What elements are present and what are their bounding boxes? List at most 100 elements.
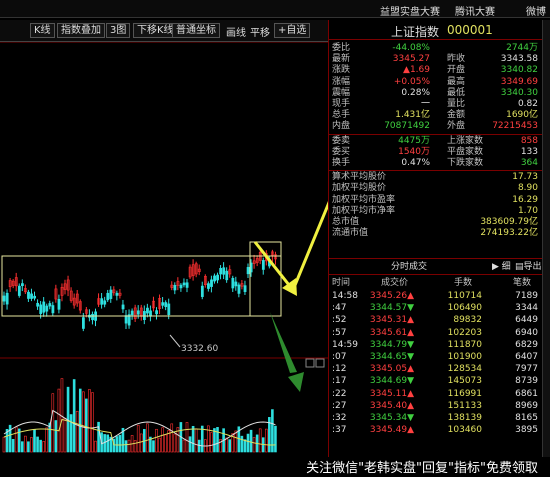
quote-label: 委卖 (332, 135, 351, 146)
tick-volume: 151133 (447, 400, 482, 411)
quote-label: 委买 (332, 146, 351, 157)
quote-value: 70871492 (384, 121, 430, 132)
quote-label: 算术平均股价 (332, 172, 387, 183)
quote-value: 1690亿 (506, 110, 538, 121)
tick-count: 7977 (515, 364, 538, 375)
tick-count: 3344 (515, 303, 538, 314)
tick-volume: 106490 (447, 303, 482, 314)
tick-volume: 89832 (453, 315, 482, 326)
tick-time: :52 (332, 315, 347, 326)
quote-label: 最新 (332, 54, 351, 65)
tick-time: :57 (332, 327, 347, 338)
quote-label: 最低 (447, 87, 466, 98)
tick-time: :07 (332, 352, 347, 362)
tick-volume: 116991 (447, 388, 482, 399)
tick-price: 3345.11▲ (369, 388, 414, 399)
quote-panel: 上证指数 000001 委比 -44.08% 2744万最新 3345.27 昨收 334… (328, 20, 543, 457)
quote-title: 上证指数 000001 (329, 20, 543, 40)
tick-volume: 145073 (447, 376, 482, 387)
detail-label: 细 (501, 262, 511, 272)
quote-value: 383609.79亿 (480, 217, 538, 227)
quote-label: 涨幅 (332, 76, 351, 87)
index-code: 000001 (447, 23, 493, 37)
quote-value: 一 (420, 99, 430, 109)
quote-label: 内盘 (332, 121, 351, 132)
quote-value: +0.05% (393, 76, 430, 87)
tick-count: 6861 (515, 388, 538, 399)
footer: 关注微信"老韩实盘"回复"指标"免费领取 (0, 457, 550, 477)
quote-value: 3340.82 (500, 65, 538, 76)
tick-volume: 103460 (447, 425, 482, 436)
quote-label: 平盘家数 (447, 146, 484, 157)
quote-value: 364 (520, 158, 538, 168)
col-header-time: 时间 (332, 278, 351, 288)
quote-label: 换手 (332, 158, 351, 168)
col-header-price: 成交价 (381, 278, 409, 288)
quote-label: 震幅 (332, 87, 351, 98)
quote-label: 金额 (447, 110, 466, 121)
tick-price: 3345.26▲ (369, 291, 414, 301)
tick-time: :12 (332, 364, 347, 375)
tick-volume: 110714 (447, 291, 482, 301)
quote-label: 量比 (447, 99, 466, 109)
quote-label: 涨跌 (332, 65, 351, 76)
quote-label: 加权平均股价 (332, 183, 387, 194)
quote-value: 274193.22亿 (480, 228, 538, 239)
tick-count: 8969 (515, 400, 538, 411)
tick-time: :37 (332, 425, 347, 436)
quote-value: 16.29 (512, 194, 538, 205)
tick-detail-button[interactable]: ▶ 细 (492, 261, 511, 273)
tick-count: 6449 (515, 315, 538, 326)
quote-label: 总手 (332, 110, 351, 121)
quote-value: 133 (520, 146, 538, 157)
quote-value: 8.90 (517, 183, 538, 194)
quote-label: 加权平均市盈率 (332, 194, 396, 205)
tick-price: 3345.34▼ (369, 413, 414, 423)
tick-count: 7189 (515, 291, 538, 301)
tick-time: :27 (332, 400, 347, 411)
quote-value: 3345.27 (392, 54, 430, 65)
tick-price: 3344.57▼ (369, 303, 414, 314)
tick-volume: 138139 (447, 413, 482, 423)
quote-value: 4475万 (398, 135, 430, 146)
tick-price: 3345.40▲ (369, 400, 414, 411)
quote-label: 外盘 (447, 121, 466, 132)
tick-price: 3345.31▲ (369, 315, 414, 326)
tick-table-title: 分时成交 (391, 262, 428, 272)
quote-value: 3349.69 (500, 76, 538, 87)
quote-label: 昨收 (447, 54, 466, 65)
tick-time: :22 (332, 388, 347, 399)
tick-volume: 102203 (447, 327, 482, 338)
col-header-volume: 手数 (454, 278, 473, 288)
export-label: 导出 (523, 262, 542, 272)
quote-value: -44.08% (392, 43, 430, 53)
quote-label: 委比 (332, 43, 351, 53)
tick-volume: 101900 (447, 352, 482, 362)
quote-value: ▲1.69 (403, 65, 430, 76)
play-icon: ▶ (492, 262, 502, 272)
quote-value: 72215453 (492, 121, 538, 132)
export-button[interactable]: ▤导出 (515, 261, 542, 273)
export-icon: ▤ (515, 262, 524, 272)
tick-time: :47 (332, 303, 347, 314)
quote-value: 0.47% (401, 158, 430, 168)
tick-count: 6407 (515, 352, 538, 362)
quote-value: 0.82 (517, 99, 538, 109)
watermark-text: 关注微信"老韩实盘"回复"指标"免费领取 (306, 461, 538, 476)
quote-value: 2744万 (506, 43, 538, 53)
tick-volume: 111870 (447, 339, 482, 350)
tick-volume: 128534 (447, 364, 482, 375)
quote-value: 17.73 (512, 172, 538, 183)
tick-time: :32 (332, 413, 347, 423)
tick-count: 8739 (515, 376, 538, 387)
tick-price: 3345.49▲ (369, 425, 414, 436)
quote-value: 1540万 (398, 146, 430, 157)
tick-time: 14:58 (332, 291, 358, 301)
quote-label: 下跌家数 (447, 158, 484, 168)
tick-price: 3344.65▼ (369, 352, 414, 362)
quote-label: 总市值 (332, 217, 360, 227)
index-name: 上证指数 (391, 25, 440, 39)
quote-value: 1.70 (517, 205, 538, 216)
right-scrollbar[interactable] (542, 20, 550, 457)
tick-count: 6829 (515, 339, 538, 350)
